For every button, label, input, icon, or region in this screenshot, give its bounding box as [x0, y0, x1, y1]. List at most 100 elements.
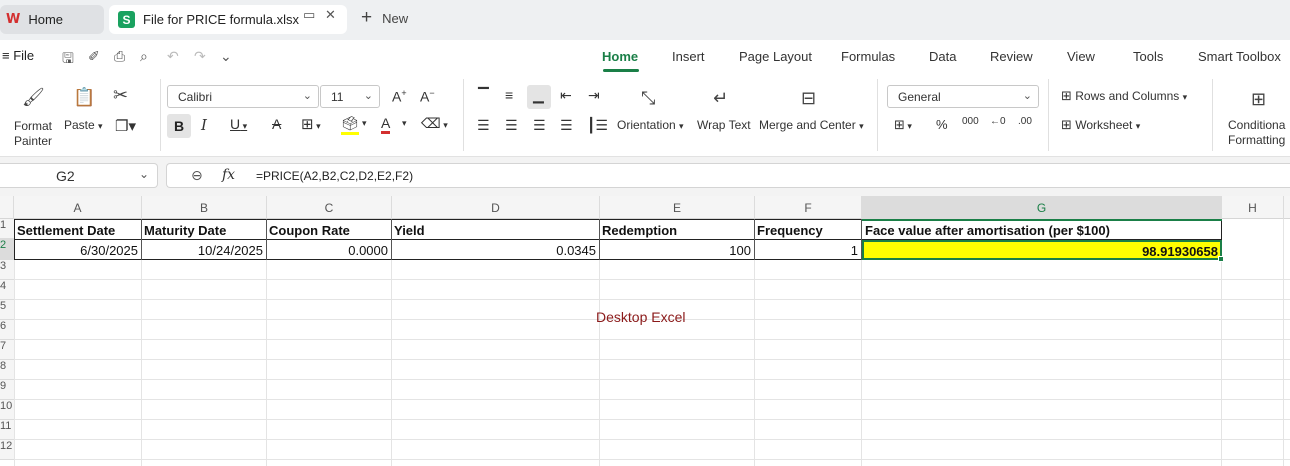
insert-function-icon[interactable]: fx	[222, 167, 235, 183]
align-bottom-icon[interactable]: ▁	[533, 87, 544, 104]
row-header-12[interactable]: 12	[0, 440, 14, 460]
window-restore-icon[interactable]: ▭	[303, 7, 315, 23]
justify-icon[interactable]: ☰	[560, 117, 573, 134]
row-header-8[interactable]: 8	[0, 360, 14, 380]
undo-icon[interactable]: ↶	[167, 48, 179, 65]
print-preview-icon[interactable]: ⌕	[140, 48, 148, 65]
row-header-11[interactable]: 11	[0, 420, 14, 440]
file-menu[interactable]: ≡ File	[2, 48, 34, 63]
cell-g1[interactable]: Face value after amortisation (per $100)	[863, 220, 1221, 239]
increase-indent-icon[interactable]: ⇥	[588, 87, 600, 104]
row-header-7[interactable]: 7	[0, 340, 14, 360]
menu-view[interactable]: View	[1067, 49, 1095, 64]
decrease-decimal-icon[interactable]: .00	[1018, 116, 1032, 127]
chevron-down-icon[interactable]: ▾	[402, 118, 407, 129]
save-icon[interactable]: 🖫	[62, 48, 74, 72]
currency-format-icon[interactable]: ⊞ ▾	[894, 117, 912, 133]
select-all-corner[interactable]	[0, 196, 14, 219]
row-header-9[interactable]: 9	[0, 380, 14, 400]
row-header-2[interactable]: 2	[0, 239, 14, 260]
row-header-6[interactable]: 6	[0, 320, 14, 340]
row-header-5[interactable]: 5	[0, 300, 14, 320]
menu-smart-toolbox[interactable]: Smart Toolbox	[1198, 49, 1281, 64]
zoom-icon[interactable]: ⊖	[191, 167, 203, 184]
cell-a1[interactable]: Settlement Date	[15, 220, 141, 239]
copy-icon[interactable]: ❐▾	[115, 117, 136, 135]
percent-icon[interactable]: %	[936, 117, 948, 132]
font-size-select[interactable]: 11 ⌄	[320, 85, 380, 108]
rows-columns-button[interactable]: ⊞ Rows and Columns ▾	[1061, 88, 1187, 104]
menu-page-layout[interactable]: Page Layout	[739, 49, 812, 64]
column-header-e[interactable]: E	[600, 196, 755, 219]
italic-icon[interactable]: I	[201, 116, 207, 134]
merge-center-button[interactable]: Merge and Center ▾	[759, 118, 864, 132]
cell-g2[interactable]: 98.91930658	[864, 241, 1221, 259]
name-box[interactable]: G2 ⌄	[0, 163, 158, 188]
align-center-icon[interactable]: ☰	[505, 117, 518, 134]
chevron-down-icon[interactable]: ⌄	[220, 48, 232, 65]
row-header-4[interactable]: 4	[0, 280, 14, 300]
thousands-separator-icon[interactable]: 000	[962, 116, 979, 127]
fill-color-icon[interactable]: 🗳	[341, 115, 359, 135]
distributed-align-icon[interactable]: ┃☰	[587, 117, 608, 134]
export-pdf-icon[interactable]: ✐	[88, 48, 100, 65]
chevron-down-icon[interactable]: ▾	[362, 118, 367, 129]
align-middle-icon[interactable]: ≡	[505, 87, 513, 103]
decrease-indent-icon[interactable]: ⇤	[560, 87, 572, 104]
decrease-font-icon[interactable]: A−	[420, 88, 435, 105]
align-top-icon[interactable]: ▔	[478, 87, 489, 104]
paste-button[interactable]: Paste ▾	[64, 118, 103, 132]
conditional-formatting-button[interactable]: Conditiona Formatting	[1228, 118, 1285, 148]
align-left-icon[interactable]: ☰	[477, 117, 490, 134]
font-color-icon[interactable]: A	[381, 115, 391, 134]
increase-font-icon[interactable]: A+	[392, 88, 407, 105]
wrap-text-button[interactable]: Wrap Text	[697, 118, 751, 132]
redo-icon[interactable]: ↷	[194, 48, 206, 65]
column-header-c[interactable]: C	[267, 196, 392, 219]
worksheet-button[interactable]: ⊞ Worksheet ▾	[1061, 117, 1140, 133]
menu-review[interactable]: Review	[990, 49, 1033, 64]
cell-c2[interactable]: 0.0000	[267, 240, 391, 259]
cell-c1[interactable]: Coupon Rate	[267, 220, 391, 239]
menu-formulas[interactable]: Formulas	[841, 49, 895, 64]
cell-f1[interactable]: Frequency	[755, 220, 861, 239]
print-icon[interactable]: ⎙	[114, 48, 125, 65]
column-header-g[interactable]: G	[862, 196, 1222, 219]
increase-decimal-icon[interactable]: ←0	[990, 116, 1006, 127]
cell-b2[interactable]: 10/24/2025	[142, 240, 266, 259]
number-format-select[interactable]: General ⌄	[887, 85, 1039, 108]
column-header-a[interactable]: A	[14, 196, 142, 219]
menu-home[interactable]: Home	[602, 49, 638, 64]
row-header-1[interactable]: 1	[0, 219, 14, 239]
column-header-f[interactable]: F	[755, 196, 862, 219]
cell-e1[interactable]: Redemption	[600, 220, 754, 239]
bold-button[interactable]: B	[167, 114, 191, 138]
cell-e2[interactable]: 100	[600, 240, 754, 259]
row-header-3[interactable]: 3	[0, 260, 14, 280]
tab-home[interactable]: W Home	[0, 5, 104, 34]
clear-format-icon[interactable]: ⌫ ▾	[421, 115, 448, 132]
cell-d2[interactable]: 0.0345	[392, 240, 599, 259]
underline-icon[interactable]: U ▾	[230, 116, 247, 132]
format-painter-button[interactable]: Format Painter	[11, 119, 55, 149]
orientation-button[interactable]: Orientation ▾	[617, 118, 684, 132]
cell-d1[interactable]: Yield	[392, 220, 599, 239]
font-name-select[interactable]: Calibri ⌄	[167, 85, 319, 108]
borders-icon[interactable]: ⊞ ▾	[301, 115, 321, 133]
menu-data[interactable]: Data	[929, 49, 956, 64]
formula-input[interactable]: ⊖ fx =PRICE(A2,B2,C2,D2,E2,F2)	[166, 163, 1290, 188]
cell-f2[interactable]: 1	[755, 240, 861, 259]
close-tab-icon[interactable]: ✕	[325, 7, 336, 23]
align-right-icon[interactable]: ☰	[533, 117, 546, 134]
strikethrough-icon[interactable]: A	[272, 116, 281, 132]
menu-tools[interactable]: Tools	[1133, 49, 1163, 64]
column-header-h[interactable]: H	[1222, 196, 1284, 219]
menu-insert[interactable]: Insert	[672, 49, 705, 64]
row-header-10[interactable]: 10	[0, 400, 14, 420]
new-tab-button[interactable]: + New	[361, 8, 408, 27]
column-header-d[interactable]: D	[392, 196, 600, 219]
cut-icon[interactable]: ✂	[113, 85, 128, 106]
column-header-b[interactable]: B	[142, 196, 267, 219]
cell-b1[interactable]: Maturity Date	[142, 220, 266, 239]
cell-a2[interactable]: 6/30/2025	[15, 240, 141, 259]
